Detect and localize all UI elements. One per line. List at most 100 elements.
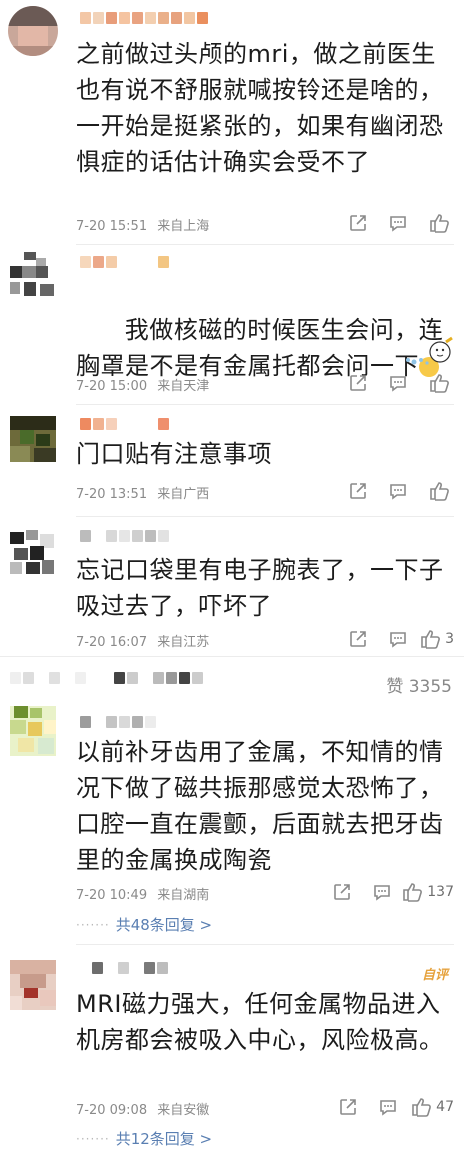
comment-actions bbox=[328, 211, 454, 235]
view-replies-link[interactable]: ······· 共12条回复 > bbox=[76, 1128, 212, 1149]
comment-location: 来自广西 bbox=[157, 487, 210, 502]
like-button[interactable] bbox=[408, 371, 454, 395]
divider bbox=[76, 516, 454, 517]
forward-button[interactable] bbox=[328, 627, 368, 651]
comment-text: 之前做过头颅的mri，做之前医生也有说不舒服就喊按铃还是啥的，一开始是挺紧张的，… bbox=[76, 40, 444, 176]
post-author-name[interactable] bbox=[10, 672, 203, 688]
comment-button[interactable] bbox=[368, 627, 408, 651]
comment-actions: 137 bbox=[312, 880, 454, 904]
comment-bubble-icon bbox=[380, 1100, 396, 1116]
forward-button[interactable] bbox=[328, 479, 368, 503]
like-count: 137 bbox=[427, 884, 454, 900]
comment-bubble-icon bbox=[390, 376, 406, 392]
praise-count[interactable]: 赞 3355 bbox=[386, 672, 452, 697]
comment-location: 来自江苏 bbox=[157, 635, 210, 650]
forward-button[interactable] bbox=[312, 880, 352, 904]
divider bbox=[76, 404, 454, 405]
avatar[interactable] bbox=[10, 530, 56, 576]
comment-item: 自评 MRI磁力强大，任何金属物品进入机房都会被吸入中心，风险极高。 7-20 … bbox=[0, 946, 464, 1150]
comment-bubble-icon bbox=[390, 484, 406, 500]
like-button[interactable] bbox=[408, 479, 454, 503]
praise-label: 赞 bbox=[386, 677, 404, 697]
comment-meta: 7-20 15:00 来自天津 bbox=[76, 375, 209, 394]
comment-meta: 7-20 13:51 来自广西 bbox=[76, 483, 209, 502]
comment-feed: 之前做过头颅的mri，做之前医生也有说不舒服就喊按铃还是啥的，一开始是挺紧张的，… bbox=[0, 0, 464, 1150]
username[interactable] bbox=[92, 962, 168, 978]
comment-item: 忘记口袋里有电子腕表了，一下子吸过去了，吓坏了 7-20 16:07 来自江苏 … bbox=[0, 518, 464, 658]
replies-dots: ······· bbox=[76, 1131, 110, 1146]
thumbs-up-icon bbox=[430, 482, 449, 501]
comment-button[interactable] bbox=[358, 1095, 398, 1119]
username[interactable] bbox=[80, 716, 156, 732]
avatar[interactable] bbox=[8, 6, 58, 56]
comment-actions: 3 bbox=[328, 627, 454, 651]
thumbs-up-icon bbox=[403, 883, 423, 902]
comment-location: 来自上海 bbox=[157, 219, 210, 234]
comment-text: MRI磁力强大，任何金属物品进入机房都会被吸入中心，风险极高。 bbox=[76, 990, 444, 1054]
comment-date: 7-20 15:00 bbox=[76, 379, 148, 394]
avatar[interactable] bbox=[10, 416, 56, 462]
like-button[interactable] bbox=[408, 211, 454, 235]
comment-button[interactable] bbox=[368, 211, 408, 235]
replies-dots: ······· bbox=[76, 917, 110, 932]
sticker-icon bbox=[406, 336, 453, 365]
thumbs-up-icon bbox=[430, 374, 449, 393]
author-badge: 自评 bbox=[421, 968, 448, 983]
divider bbox=[76, 944, 454, 945]
comment-meta: 7-20 09:08 来自安徽 bbox=[76, 1099, 209, 1118]
comment-location: 来自安徽 bbox=[157, 1103, 210, 1118]
comment-meta: 7-20 16:07 来自江苏 bbox=[76, 631, 209, 650]
comment-button[interactable] bbox=[368, 371, 408, 395]
comment-meta: 7-20 10:49 来自湖南 bbox=[76, 884, 209, 903]
share-square-icon bbox=[350, 375, 366, 391]
comment-item: 门口贴有注意事项 7-20 13:51 来自广西 bbox=[0, 406, 464, 518]
replies-label: 共12条回复 > bbox=[115, 1130, 213, 1148]
like-button[interactable]: 137 bbox=[392, 880, 454, 904]
avatar[interactable] bbox=[10, 252, 56, 298]
comment-bubble-icon bbox=[374, 885, 390, 901]
forward-button[interactable] bbox=[318, 1095, 358, 1119]
forward-button[interactable] bbox=[328, 211, 368, 235]
comment-text: 忘记口袋里有电子腕表了，一下子吸过去了，吓坏了 bbox=[76, 556, 444, 620]
comment-item: 我做核磁的时候医生会问，连胸罩是不是有金属托都会问一下 7-20 15:00 来… bbox=[0, 246, 464, 406]
replies-label: 共48条回复 > bbox=[115, 916, 213, 934]
like-button[interactable]: 3 bbox=[408, 627, 454, 651]
like-button[interactable]: 47 bbox=[398, 1095, 454, 1119]
avatar[interactable] bbox=[10, 960, 56, 1010]
comment-date: 7-20 13:51 bbox=[76, 487, 148, 502]
share-square-icon bbox=[340, 1099, 356, 1115]
comment-actions bbox=[328, 371, 454, 395]
username[interactable] bbox=[80, 12, 208, 28]
comment-bubble-icon bbox=[390, 632, 406, 648]
comment-button[interactable] bbox=[352, 880, 392, 904]
view-replies-link[interactable]: ······· 共48条回复 > bbox=[76, 914, 212, 935]
avatar[interactable] bbox=[10, 706, 56, 756]
comment-meta: 7-20 15:51 来自上海 bbox=[76, 215, 209, 234]
forward-button[interactable] bbox=[328, 371, 368, 395]
share-square-icon bbox=[350, 483, 366, 499]
thumbs-up-icon bbox=[421, 630, 440, 649]
comment-item: 之前做过头颅的mri，做之前医生也有说不舒服就喊按铃还是啥的，一开始是挺紧张的，… bbox=[0, 0, 464, 246]
username[interactable] bbox=[80, 256, 169, 272]
thumbs-up-icon bbox=[412, 1098, 432, 1117]
share-square-icon bbox=[350, 631, 366, 647]
thumbs-up-icon bbox=[430, 214, 449, 233]
post-author-row: 赞 3355 bbox=[0, 658, 464, 698]
comment-actions bbox=[328, 479, 454, 503]
username[interactable] bbox=[80, 418, 169, 434]
comment-date: 7-20 15:51 bbox=[76, 219, 148, 234]
like-count: 3 bbox=[445, 631, 454, 647]
like-count: 47 bbox=[436, 1099, 454, 1115]
comment-button[interactable] bbox=[368, 479, 408, 503]
comment-text: 门口贴有注意事项 bbox=[76, 440, 272, 468]
comment-actions: 47 bbox=[318, 1095, 454, 1119]
username[interactable] bbox=[80, 530, 169, 546]
comment-bubble-icon bbox=[390, 216, 406, 232]
comment-date: 7-20 09:08 bbox=[76, 1103, 148, 1118]
comment-date: 7-20 10:49 bbox=[76, 888, 148, 903]
divider bbox=[0, 656, 464, 657]
comment-text: 以前补牙齿用了金属，不知情的情况下做了磁共振那感觉太恐怖了，口腔一直在震颤，后面… bbox=[76, 738, 444, 874]
comment-item: 以前补牙齿用了金属，不知情的情况下做了磁共振那感觉太恐怖了，口腔一直在震颤，后面… bbox=[0, 698, 464, 946]
comment-location: 来自天津 bbox=[157, 379, 210, 394]
share-square-icon bbox=[350, 215, 366, 231]
